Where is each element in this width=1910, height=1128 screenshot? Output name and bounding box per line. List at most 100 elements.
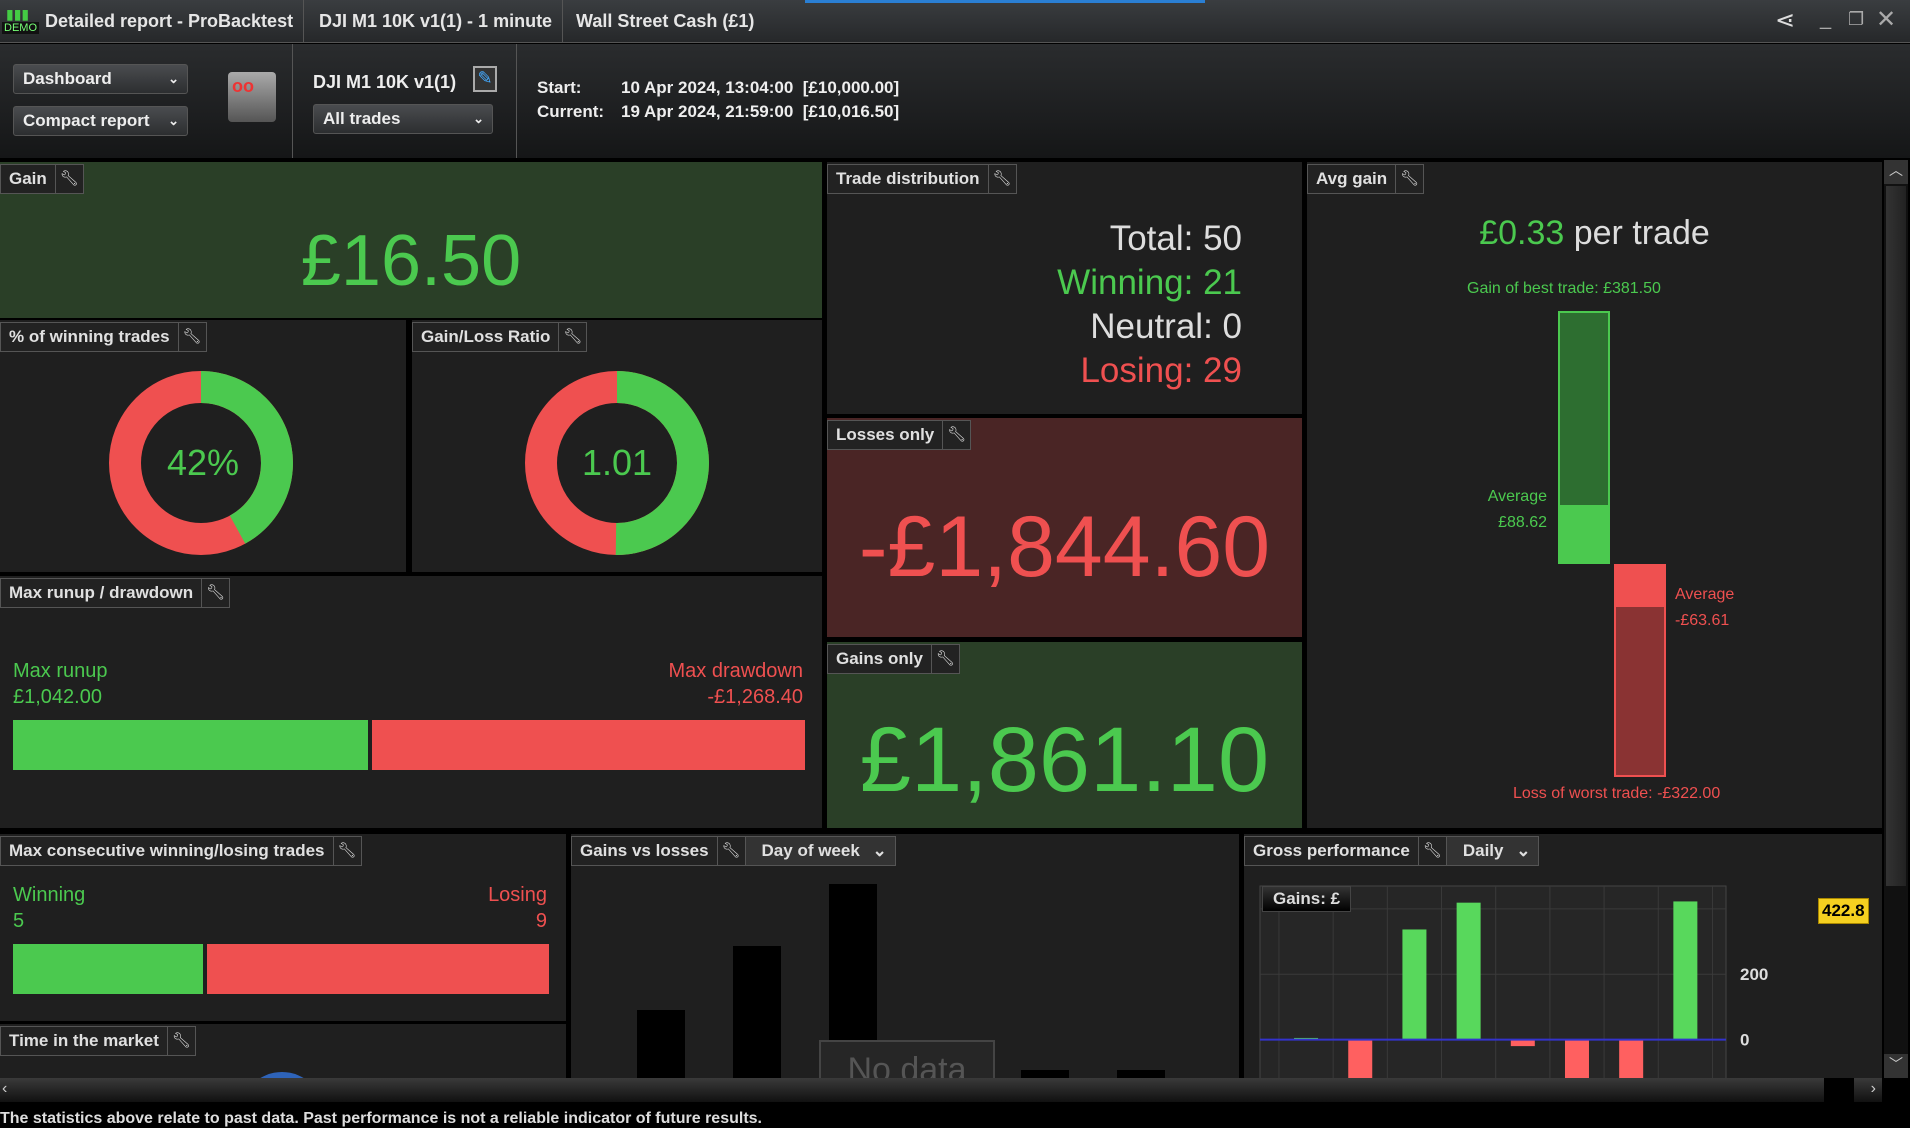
gains-vs-losses-panel: Gains vs losses 🔧︎ Day of week ⌄ No data [571,834,1239,1078]
gain-panel: Gain 🔧︎ £16.50 [0,162,822,318]
vertical-scrollbar[interactable]: ︿ ﹀ [1884,160,1908,1078]
loss-bar [1564,1039,1589,1078]
time-in-market-panel: Time in the market 🔧︎ [0,1024,566,1078]
winning-label: Winning [13,884,86,906]
day-bar [733,946,781,1078]
winning-trades: Winning: 21 [1057,263,1242,302]
panel-header: Gain 🔧︎ [0,164,84,194]
panel-title: Losses only [836,425,935,444]
total-trades: Total: 50 [1109,219,1242,258]
close-icon[interactable]: ✕ [1876,5,1896,34]
panel-header: Trade distribution 🔧︎ [827,164,1017,194]
avg-loss-bar [1614,564,1666,607]
panel-header: Avg gain 🔧︎ [1307,164,1425,194]
drawdown-label: Max drawdown [668,660,803,682]
demo-badge: DEMO [2,22,39,34]
panel-title: Trade distribution [836,169,980,188]
horizontal-scrollbar[interactable]: ‹ › [0,1078,1882,1102]
tab-instrument[interactable]: Wall Street Cash (£1) [566,0,764,43]
chevron-down-icon: ⌄ [168,71,179,86]
drawdown-value: -£1,268.40 [707,686,803,708]
scroll-left-icon[interactable]: ‹ [2,1080,7,1098]
winning-pct-value: 42% [166,442,240,483]
panel-header: % of winning trades 🔧︎ [0,322,207,352]
view-select[interactable]: Dashboard ⌄ [13,64,188,94]
worst-trade-label: Loss of worst trade: -£322.00 [1513,785,1721,802]
report-settings-icon[interactable]: oo [228,72,276,122]
runup-drawdown-bar [13,720,805,770]
ratio-value: 1.01 [581,442,653,483]
runup-drawdown-panel: Max runup / drawdown 🔧︎ Max runup £1,042.… [0,576,822,828]
edit-icon[interactable]: ✎ [473,66,497,92]
avg-gain-panel: Avg gain 🔧︎ £0.33 per trade Gain of best … [1307,162,1882,828]
start-label: Start: [537,78,582,97]
panel-title: Max runup / drawdown [9,583,194,602]
toolbar: Dashboard ⌄ Compact report ⌄ oo DJI M1 10K… [0,44,1910,158]
wrench-icon[interactable]: 🔧︎ [716,837,745,865]
minimize-icon[interactable]: _ [1820,8,1831,31]
panel-title: % of winning trades [9,327,170,346]
system-name: DJI M1 10K v1(1) [313,72,457,92]
scroll-down-icon[interactable]: ﹀ [1884,1054,1908,1078]
wrench-icon[interactable]: 🔧︎ [1395,165,1423,193]
period-select[interactable]: Day of week ⌄ [744,837,895,865]
wrench-icon[interactable]: 🔧︎ [177,323,206,351]
runup-bar [13,720,369,770]
candlestick-icon: ▮▮▮ [6,6,30,22]
tab-detailed-report[interactable]: Detailed report - ProBacktest [35,0,305,43]
panel-title: Time in the market [9,1031,159,1050]
panel-header: Gains vs losses 🔧︎ Day of week ⌄ [571,836,896,866]
scroll-right-icon[interactable]: › [1871,1080,1876,1098]
tab-system[interactable]: DJI M1 10K v1(1) - 1 minute [309,0,564,43]
gross-performance-panel: Gross performance🔧︎Daily ⌄ 2000-200 Gain… [1244,834,1882,1078]
winning-pct-panel: % of winning trades 🔧︎ 42% [0,320,406,572]
winning-bar [13,944,203,994]
losing-label: Losing [488,884,547,906]
avg-gain-value: £0.33 [1479,214,1565,252]
loss-bar [1348,1039,1373,1078]
gain-bar [1456,902,1481,1040]
wrench-icon[interactable]: 🔧︎ [987,165,1016,193]
panel-title: Gain [9,169,47,188]
trade-distribution-panel: Trade distribution 🔧︎ Total: 50 Winning: … [827,162,1302,414]
consecutive-bar [13,944,549,994]
loss-bar [1619,1039,1644,1078]
losses-only-panel: Losses only 🔧︎ -£1,844.60 [827,418,1302,637]
panel-header: Gain/Loss Ratio 🔧︎ [412,322,588,352]
losing-bar [207,944,549,994]
restore-icon[interactable]: ❐ [1848,9,1864,30]
best-trade-label: Gain of best trade: £381.50 [1467,280,1661,297]
divider [516,44,517,158]
wrench-icon[interactable]: 🔧︎ [166,1027,195,1055]
panel-header: Max consecutive winning/losing trades 🔧︎ [0,836,362,866]
gains-only-panel: Gains only 🔧︎ £1,861.10 [827,642,1302,828]
report-select[interactable]: Compact report ⌄ [13,106,188,136]
wrench-icon[interactable]: 🔧︎ [930,645,959,673]
neutral-trades: Neutral: 0 [1090,307,1242,346]
current-value: 19 Apr 2024, 21:59:00 [£10,016.50] [621,102,900,121]
drawdown-bar [372,720,805,770]
gain-bar [1673,901,1698,1040]
gain-loss-ratio-panel: Gain/Loss Ratio 🔧︎ 1.01 [412,320,822,572]
scroll-corner [1824,1078,1854,1102]
title-bar: DEMO ▮▮▮ Detailed report - ProBacktest D… [0,0,1910,43]
wrench-icon[interactable]: 🔧︎ [201,579,229,607]
wrench-icon[interactable]: 🔧︎ [558,323,586,351]
share-icon[interactable]: ⋖ [1775,6,1795,35]
trades-select[interactable]: All trades ⌄ [313,104,493,134]
wrench-icon[interactable]: 🔧︎ [54,165,83,193]
period-value: Day of week [761,841,860,860]
wrench-icon[interactable]: 🔧︎ [332,837,361,865]
avg-win-value: £88.62 [1498,514,1547,531]
gross-performance-chart: 2000-200 [1259,885,1768,1078]
scroll-up-icon[interactable]: ︿ [1884,160,1908,184]
avg-win-bar [1558,505,1610,564]
y-axis-label: Gains: £ [1262,886,1352,912]
panel-title: Max consecutive winning/losing trades [9,841,325,860]
scroll-thumb[interactable] [1886,186,1906,886]
runup-value: £1,042.00 [13,686,102,708]
day-bar [637,1010,685,1078]
no-data-overlay: No data [819,1040,995,1078]
panel-title: Gains vs losses [580,841,709,860]
wrench-icon[interactable]: 🔧︎ [942,421,970,449]
